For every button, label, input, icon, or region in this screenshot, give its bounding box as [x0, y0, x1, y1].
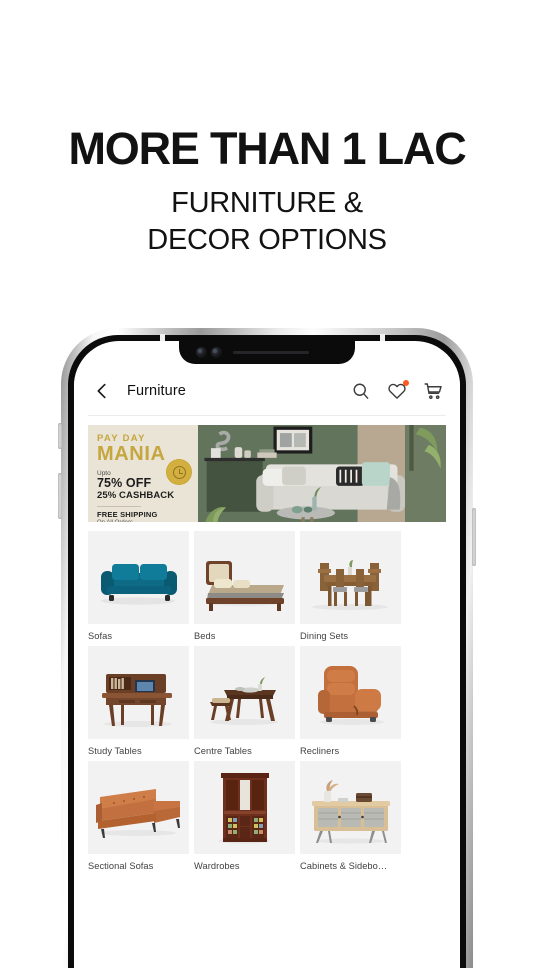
phone-notch	[179, 341, 355, 364]
category-label: Sectional Sofas	[88, 861, 154, 871]
page-title: Furniture	[127, 383, 186, 399]
banner-shipping-sub: On All Orders	[97, 520, 190, 522]
category-card[interactable]: Wardrobes	[194, 761, 295, 871]
category-label: Recliners	[300, 746, 340, 756]
front-camera-icon	[196, 347, 207, 358]
category-label: Beds	[194, 631, 216, 641]
phone-mute-button[interactable]	[58, 423, 62, 449]
headline-main: MORE THAN 1 LAC	[68, 123, 467, 174]
face-sensor-icon	[211, 347, 222, 358]
centre-table-icon	[194, 646, 295, 739]
category-label: Dining Sets	[300, 631, 349, 641]
banner-offer-panel: PAY DAY MANIA Upto 75% OFF 25% CASHBACK …	[88, 425, 198, 522]
category-card[interactable]: Beds	[194, 531, 295, 641]
promo-headline: MORE THAN 1 LAC FURNITURE & DECOR OPTION…	[0, 0, 534, 259]
phone-mockup: Furniture PAY DAY MANIA Upto 75% OFF 25%…	[58, 328, 476, 968]
category-label: Cabinets & Sidebo…	[300, 861, 388, 871]
header-divider	[88, 415, 446, 416]
category-card[interactable]: Sectional Sofas	[88, 761, 189, 871]
dining-set-icon	[300, 531, 401, 624]
bed-icon	[194, 531, 295, 624]
category-card[interactable]: Cabinets & Sidebo…	[300, 761, 401, 871]
category-grid: Sofas Beds Dining Sets Study Tables Cent…	[88, 531, 446, 871]
category-label: Study Tables	[88, 746, 142, 756]
category-label: Wardrobes	[194, 861, 240, 871]
category-card[interactable]: Recliners	[300, 646, 401, 756]
category-card[interactable]: Sofas	[88, 531, 189, 641]
category-card[interactable]: Dining Sets	[300, 531, 401, 641]
sectional-sofa-icon	[88, 761, 189, 854]
headline-sub: FURNITURE & DECOR OPTIONS	[0, 185, 534, 259]
headline-sub-line1: FURNITURE &	[171, 187, 363, 219]
category-card[interactable]: Centre Tables	[194, 646, 295, 756]
banner-shipping: FREE SHIPPING	[97, 510, 158, 520]
banner-cashback: 25% CASHBACK	[97, 489, 175, 501]
phone-bezel: Furniture PAY DAY MANIA Upto 75% OFF 25%…	[68, 334, 466, 968]
app-header: Furniture	[74, 367, 460, 415]
banner-photo	[198, 425, 446, 522]
promo-banner[interactable]: PAY DAY MANIA Upto 75% OFF 25% CASHBACK …	[88, 425, 446, 522]
category-label: Centre Tables	[194, 746, 252, 756]
wishlist-badge	[403, 380, 409, 386]
heart-icon[interactable]	[387, 380, 409, 401]
study-table-icon	[88, 646, 189, 739]
cart-icon[interactable]	[423, 381, 443, 401]
headline-sub-line2: DECOR OPTIONS	[147, 224, 387, 257]
category-card[interactable]: Study Tables	[88, 646, 189, 756]
wardrobe-icon	[194, 761, 295, 854]
recliner-icon	[300, 646, 401, 739]
category-label: Sofas	[88, 631, 113, 641]
chevron-left-icon[interactable]	[91, 380, 113, 402]
header-actions	[351, 380, 443, 401]
phone-screen: Furniture PAY DAY MANIA Upto 75% OFF 25%…	[74, 341, 460, 968]
clock-seal-icon	[166, 459, 192, 485]
search-icon[interactable]	[351, 381, 371, 401]
phone-volume-button[interactable]	[58, 473, 62, 519]
earpiece-speaker	[233, 350, 309, 355]
cabinet-icon	[300, 761, 401, 854]
phone-power-button[interactable]	[472, 508, 476, 566]
sofa-teal-icon	[88, 531, 189, 624]
banner-divider	[97, 506, 141, 508]
